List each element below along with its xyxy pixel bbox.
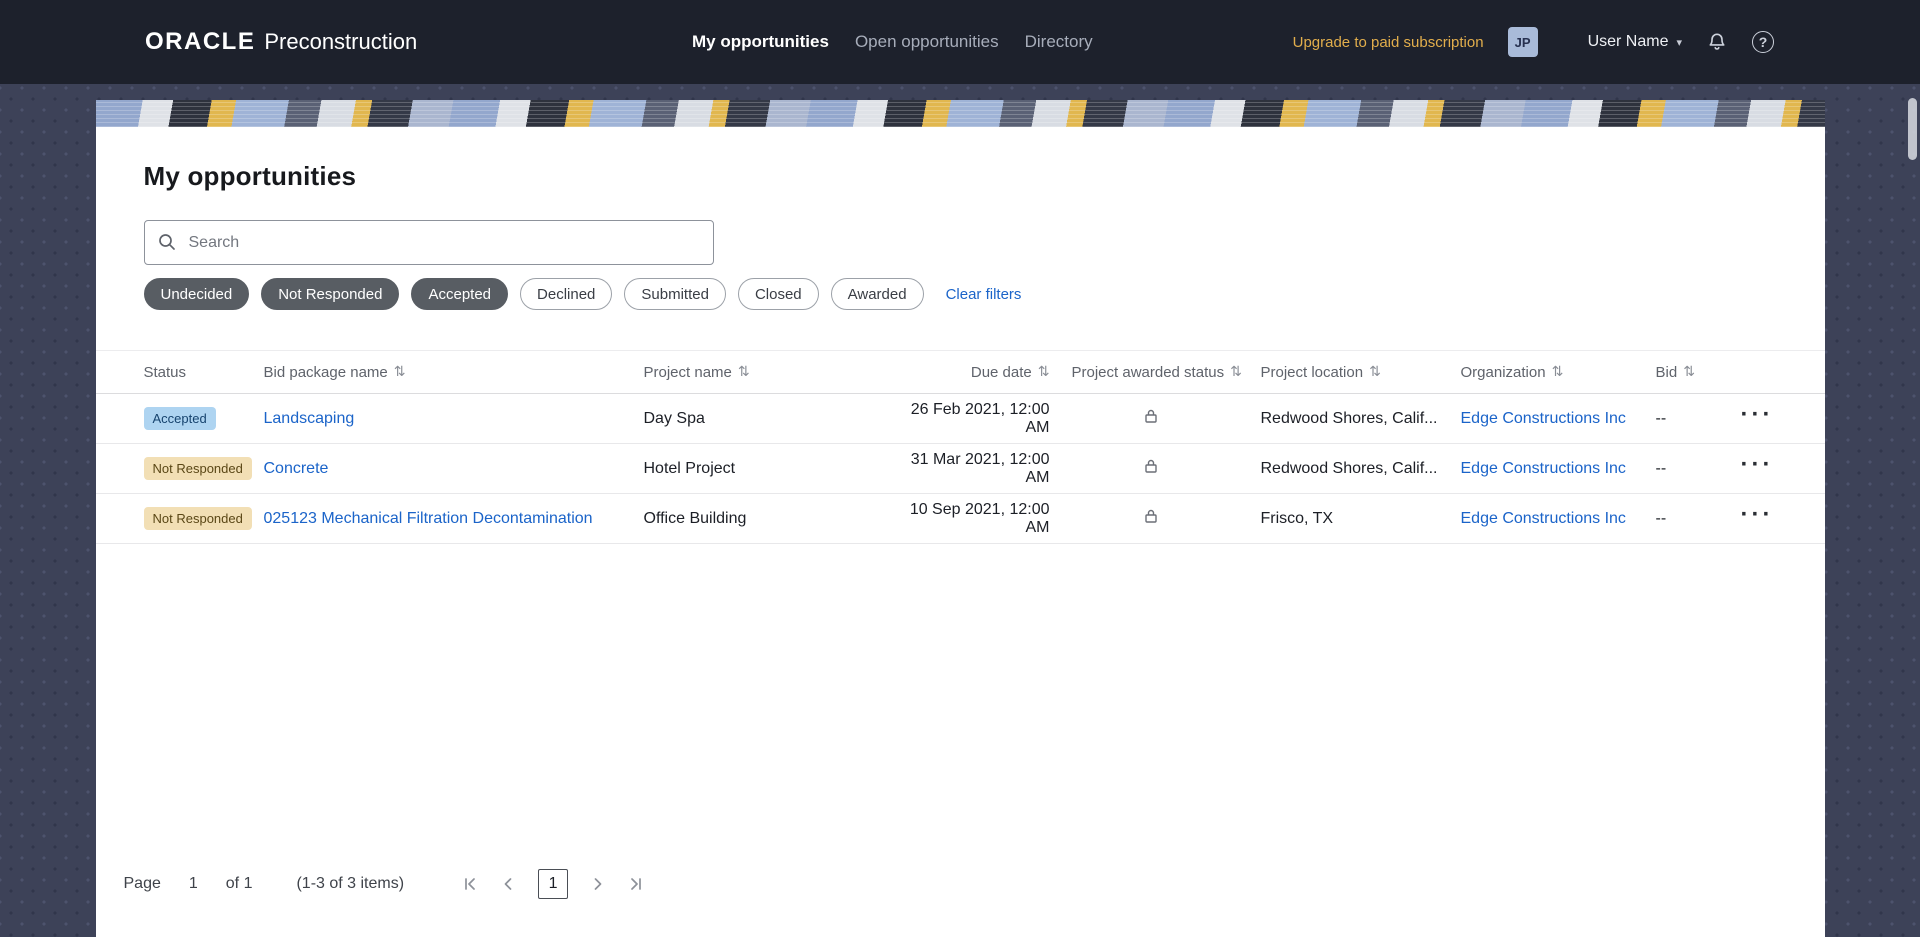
sort-icon[interactable]: ⇅ — [738, 364, 750, 380]
table-row: Not Responded 025123 Mechanical Filtrati… — [95, 494, 1825, 544]
status-badge: Not Responded — [143, 507, 252, 530]
table-row: Not Responded Concrete Hotel Project 31 … — [95, 444, 1825, 494]
sort-icon[interactable]: ⇅ — [394, 364, 406, 380]
current-page-number: 1 — [188, 875, 198, 892]
header-actions: Upgrade to paid subscription JP User Nam… — [1293, 0, 1774, 84]
help-icon[interactable]: ? — [1752, 31, 1774, 53]
page-1-button[interactable]: 1 — [538, 869, 569, 899]
due-date-cell: 26 Feb 2021, 12:00 AM — [910, 400, 1050, 436]
avatar[interactable]: JP — [1507, 27, 1538, 57]
project-location-cell: Redwood Shores, Calif... — [1260, 409, 1438, 427]
organization-link[interactable]: Edge Constructions Inc — [1461, 410, 1626, 427]
nav-open-opportunities[interactable]: Open opportunities — [855, 32, 999, 52]
chevron-down-icon: ▾ — [1676, 35, 1682, 49]
previous-page-icon[interactable] — [500, 876, 516, 892]
clear-filters-link[interactable]: Clear filters — [946, 286, 1022, 303]
filter-chip-submitted[interactable]: Submitted — [624, 278, 726, 310]
filter-chip-awarded[interactable]: Awarded — [830, 278, 924, 310]
column-header-bid-package-name[interactable]: Bid package name — [264, 364, 388, 381]
upgrade-subscription-link[interactable]: Upgrade to paid subscription — [1293, 34, 1484, 51]
sort-icon[interactable]: ⇅ — [1683, 364, 1695, 380]
sort-icon[interactable]: ⇅ — [1552, 364, 1564, 380]
project-location-cell: Redwood Shores, Calif... — [1260, 459, 1438, 477]
page-label: Page — [123, 875, 161, 892]
due-date-cell: 31 Mar 2021, 12:00 AM — [910, 450, 1050, 486]
filter-bar: Undecided Not Responded Accepted Declined Su… — [143, 278, 1777, 310]
lock-icon — [1143, 508, 1159, 529]
app-header: ORACLE Preconstruction My opportunities … — [0, 0, 1920, 84]
filter-chip-undecided[interactable]: Undecided — [143, 278, 250, 310]
column-header-status: Status — [143, 363, 187, 381]
organization-link[interactable]: Edge Constructions Inc — [1461, 460, 1626, 477]
page-count-label: of 1 — [225, 875, 253, 892]
main-nav: My opportunities Open opportunities Dire… — [692, 0, 1093, 84]
filter-chip-closed[interactable]: Closed — [737, 278, 819, 310]
page-title: My opportunities — [143, 161, 357, 191]
bid-package-link[interactable]: Concrete — [264, 460, 329, 477]
opportunities-table: Status Bid package name ⇅ Project name ⇅… — [95, 350, 1825, 544]
column-header-project-name[interactable]: Project name — [644, 364, 732, 381]
filter-chip-not-responded[interactable]: Not Responded — [261, 278, 400, 310]
notifications-bell-icon[interactable] — [1706, 31, 1728, 53]
nav-directory[interactable]: Directory — [1025, 32, 1093, 52]
product-name: Preconstruction — [264, 29, 418, 54]
search-box — [143, 220, 714, 265]
filter-chip-declined[interactable]: Declined — [520, 278, 613, 310]
last-page-icon[interactable] — [628, 876, 644, 892]
user-menu[interactable]: User Name ▾ — [1588, 33, 1682, 51]
row-actions-button[interactable]: ··· — [1741, 452, 1774, 479]
organization-link[interactable]: Edge Constructions Inc — [1461, 510, 1626, 527]
items-summary: (1-3 of 3 items) — [296, 875, 405, 892]
project-name-cell: Hotel Project — [643, 459, 736, 477]
pagination-bar: Page 1 of 1 (1-3 of 3 items) 1 — [124, 869, 1777, 899]
sort-icon[interactable]: ⇅ — [1230, 364, 1242, 380]
scrollbar-thumb[interactable] — [1908, 98, 1917, 160]
column-header-organization[interactable]: Organization — [1461, 364, 1546, 381]
lock-icon — [1143, 408, 1159, 429]
sort-icon[interactable]: ⇅ — [1038, 364, 1050, 380]
filter-chip-list: Undecided Not Responded Accepted Declined Su… — [143, 278, 924, 310]
bid-package-link[interactable]: Landscaping — [264, 410, 355, 427]
decorative-banner — [95, 100, 1825, 127]
column-header-project-awarded-status[interactable]: Project awarded status — [1072, 364, 1225, 381]
project-name-cell: Office Building — [643, 509, 747, 527]
project-name-cell: Day Spa — [643, 409, 705, 427]
oracle-wordmark: ORACLE — [145, 28, 256, 55]
due-date-cell: 10 Sep 2021, 12:00 AM — [909, 500, 1050, 536]
search-input[interactable] — [143, 220, 714, 265]
status-badge: Accepted — [143, 407, 216, 430]
sort-icon[interactable]: ⇅ — [1369, 364, 1381, 380]
search-icon — [157, 232, 177, 257]
column-header-due-date[interactable]: Due date — [971, 364, 1032, 381]
first-page-icon[interactable] — [462, 876, 478, 892]
next-page-icon[interactable] — [590, 876, 606, 892]
bid-package-link[interactable]: 025123 Mechanical Filtration Decontamina… — [264, 510, 593, 527]
lock-icon — [1143, 458, 1159, 479]
filter-chip-accepted[interactable]: Accepted — [411, 278, 509, 310]
project-location-cell: Frisco, TX — [1260, 509, 1334, 527]
table-row: Accepted Landscaping Day Spa 26 Feb 2021… — [95, 394, 1825, 444]
bid-cell: -- — [1655, 409, 1667, 427]
bid-cell: -- — [1655, 509, 1667, 527]
row-actions-button[interactable]: ··· — [1741, 402, 1774, 429]
column-header-bid[interactable]: Bid — [1656, 364, 1678, 381]
nav-my-opportunities[interactable]: My opportunities — [692, 32, 829, 52]
column-header-project-location[interactable]: Project location — [1261, 364, 1364, 381]
row-actions-button[interactable]: ··· — [1741, 502, 1774, 529]
brand-logo[interactable]: ORACLE Preconstruction — [145, 28, 417, 56]
table-header-row: Status Bid package name ⇅ Project name ⇅… — [95, 350, 1825, 394]
bid-cell: -- — [1655, 459, 1667, 477]
content-card: My opportunities Undecided Not Responded A… — [95, 100, 1825, 937]
pagination-controls: 1 — [462, 869, 644, 899]
status-badge: Not Responded — [143, 457, 252, 480]
user-name-label: User Name — [1587, 33, 1669, 50]
